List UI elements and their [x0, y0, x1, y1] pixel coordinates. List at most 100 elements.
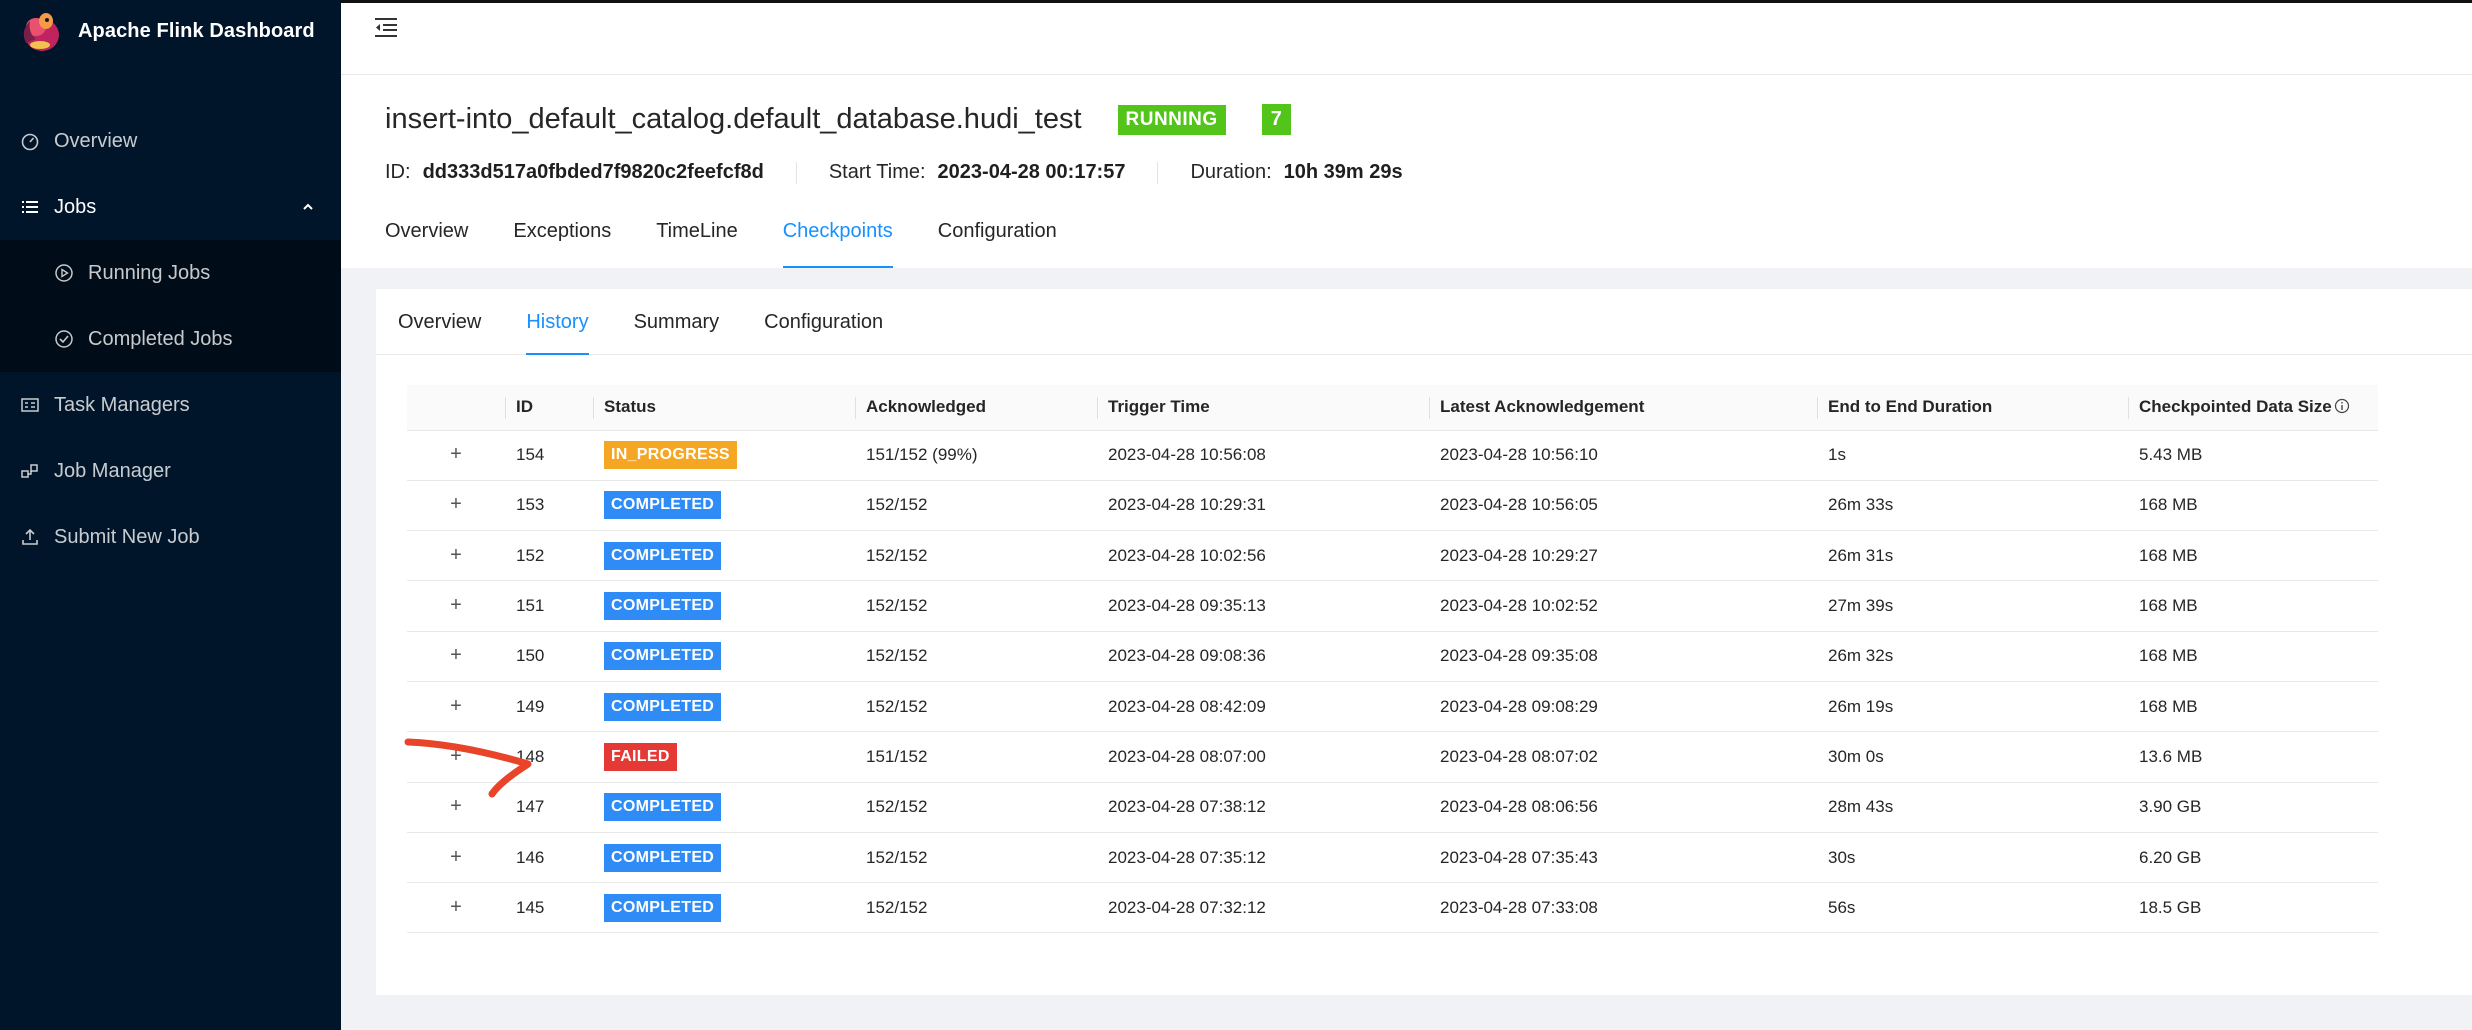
sidebar-item-overview[interactable]: Overview	[0, 108, 341, 174]
acknowledged-cell: 152/152	[855, 480, 1097, 532]
table-row[interactable]: +146 COMPLETED 152/152 2023-04-28 07:35:12 2…	[407, 832, 2378, 884]
column-header-e2e-duration[interactable]: End to End Duration	[1817, 385, 2128, 431]
subtab-overview[interactable]: Overview	[398, 289, 481, 354]
expand-plus-icon[interactable]: +	[447, 847, 465, 867]
data-size-cell: 168 MB	[2128, 631, 2378, 682]
checkpoint-id-cell: 145	[505, 882, 593, 934]
table-row[interactable]: +145 COMPLETED 152/152 2023-04-28 07:32:12 2…	[407, 882, 2378, 934]
job-id-label: ID:	[385, 161, 411, 183]
expand-plus-icon[interactable]: +	[447, 897, 465, 917]
sidebar-item-label: Jobs	[54, 195, 97, 218]
expand-cell: +	[407, 480, 505, 532]
checkpoint-id-cell: 151	[505, 580, 593, 632]
jobs-submenu: Running Jobs Completed Jobs	[0, 240, 341, 372]
status-cell: COMPLETED	[593, 480, 855, 532]
job-meta: ID: dd333d517a0fbded7f9820c2feefcf8d Sta…	[385, 161, 1403, 184]
acknowledged-cell: 151/152 (99%)	[855, 430, 1097, 481]
acknowledged-cell: 152/152	[855, 681, 1097, 733]
checkpoint-id-cell: 147	[505, 782, 593, 833]
acknowledged-cell: 152/152	[855, 882, 1097, 934]
trigger-time-cell: 2023-04-28 09:35:13	[1097, 580, 1429, 632]
sidebar-item-running-jobs[interactable]: Running Jobs	[0, 240, 341, 306]
expand-plus-icon[interactable]: +	[447, 696, 465, 716]
tab-overview[interactable]: Overview	[385, 198, 468, 268]
e2e-duration-cell: 27m 39s	[1817, 580, 2128, 632]
table-row[interactable]: +154 IN_PROGRESS 151/152 (99%) 2023-04-28 1…	[407, 430, 2378, 481]
e2e-duration-cell: 26m 32s	[1817, 631, 2128, 682]
chevron-up-icon	[303, 203, 313, 210]
table-row[interactable]: +149 COMPLETED 152/152 2023-04-28 08:42:09 2…	[407, 681, 2378, 733]
table-row[interactable]: +152 COMPLETED 152/152 2023-04-28 10:02:56 2…	[407, 530, 2378, 582]
tab-configuration[interactable]: Configuration	[938, 198, 1057, 268]
task-count-badge: 7	[1261, 104, 1291, 135]
status-cell: FAILED	[593, 731, 855, 783]
column-header-label: Checkpointed Data Size	[2139, 397, 2332, 417]
table-row[interactable]: +150 COMPLETED 152/152 2023-04-28 09:08:36 2…	[407, 631, 2378, 682]
acknowledged-cell: 152/152	[855, 631, 1097, 682]
expand-cell: +	[407, 530, 505, 582]
table-row[interactable]: +147 COMPLETED 152/152 2023-04-28 07:38:12 2…	[407, 782, 2378, 833]
status-cell: COMPLETED	[593, 580, 855, 632]
app-title: Apache Flink Dashboard	[78, 19, 315, 42]
sidebar-item-task-managers[interactable]: Task Managers	[0, 372, 341, 438]
sidebar-item-job-manager[interactable]: Job Manager	[0, 438, 341, 504]
e2e-duration-cell: 56s	[1817, 882, 2128, 934]
latest-ack-cell: 2023-04-28 10:02:52	[1429, 580, 1817, 632]
table-row[interactable]: +153 COMPLETED 152/152 2023-04-28 10:29:31 2…	[407, 480, 2378, 532]
server-icon	[21, 398, 39, 412]
brand[interactable]: Apache Flink Dashboard	[0, 0, 341, 62]
sidebar-item-completed-jobs[interactable]: Completed Jobs	[0, 306, 341, 372]
menu-fold-icon[interactable]	[373, 15, 399, 39]
checkpoint-id-cell: 148	[505, 731, 593, 783]
acknowledged-cell: 152/152	[855, 832, 1097, 884]
data-size-cell: 18.5 GB	[2128, 882, 2378, 934]
top-bar	[341, 0, 2472, 74]
subtab-configuration[interactable]: Configuration	[764, 289, 883, 354]
data-size-cell: 5.43 MB	[2128, 430, 2378, 481]
e2e-duration-cell: 26m 19s	[1817, 681, 2128, 733]
trigger-time-cell: 2023-04-28 07:38:12	[1097, 782, 1429, 833]
tab-timeline[interactable]: TimeLine	[656, 198, 738, 268]
trigger-time-cell: 2023-04-28 07:35:12	[1097, 832, 1429, 884]
column-header-latest-ack[interactable]: Latest Acknowledgement	[1429, 385, 1817, 431]
status-cell: COMPLETED	[593, 882, 855, 934]
info-icon[interactable]	[2334, 398, 2350, 414]
sidebar: Apache Flink Dashboard Overview Jobs Run…	[0, 0, 341, 1030]
expand-cell: +	[407, 580, 505, 632]
column-header-trigger-time[interactable]: Trigger Time	[1097, 385, 1429, 431]
data-size-cell: 168 MB	[2128, 580, 2378, 632]
latest-ack-cell: 2023-04-28 08:07:02	[1429, 731, 1817, 783]
tab-checkpoints[interactable]: Checkpoints	[782, 198, 893, 268]
sidebar-item-jobs[interactable]: Jobs	[0, 174, 341, 240]
sidebar-item-submit-new-job[interactable]: Submit New Job	[0, 504, 341, 570]
checkpoint-id-cell: 152	[505, 530, 593, 582]
status-cell: COMPLETED	[593, 782, 855, 833]
column-header-acknowledged[interactable]: Acknowledged	[855, 385, 1097, 431]
job-status-badge: RUNNING	[1117, 104, 1226, 135]
subtab-summary[interactable]: Summary	[634, 289, 720, 354]
expand-plus-icon[interactable]: +	[447, 796, 465, 816]
data-size-cell: 3.90 GB	[2128, 782, 2378, 833]
column-header-status[interactable]: Status	[593, 385, 855, 431]
trigger-time-cell: 2023-04-28 08:42:09	[1097, 681, 1429, 733]
column-header-id[interactable]: ID	[505, 385, 593, 431]
expand-plus-icon[interactable]: +	[447, 494, 465, 514]
table-row[interactable]: +151 COMPLETED 152/152 2023-04-28 09:35:13 2…	[407, 580, 2378, 632]
table-row[interactable]: +148 FAILED 151/152 2023-04-28 08:07:00 2023…	[407, 731, 2378, 783]
table-header-row: ID Status Acknowledged Trigger Time Late…	[407, 385, 2378, 431]
expand-cell: +	[407, 681, 505, 733]
expand-plus-icon[interactable]: +	[447, 444, 465, 464]
tab-exceptions[interactable]: Exceptions	[513, 198, 611, 268]
latest-ack-cell: 2023-04-28 08:06:56	[1429, 782, 1817, 833]
expand-plus-icon[interactable]: +	[447, 545, 465, 565]
trigger-time-cell: 2023-04-28 10:56:08	[1097, 430, 1429, 481]
column-header-data-size[interactable]: Checkpointed Data Size	[2128, 385, 2378, 431]
upload-icon	[22, 528, 38, 545]
e2e-duration-cell: 26m 33s	[1817, 480, 2128, 532]
expand-plus-icon[interactable]: +	[447, 595, 465, 615]
expand-plus-icon[interactable]: +	[447, 645, 465, 665]
acknowledged-cell: 151/152	[855, 731, 1097, 783]
subtab-history[interactable]: History	[526, 289, 589, 355]
status-badge: COMPLETED	[604, 592, 722, 621]
expand-plus-icon[interactable]: +	[447, 746, 465, 766]
